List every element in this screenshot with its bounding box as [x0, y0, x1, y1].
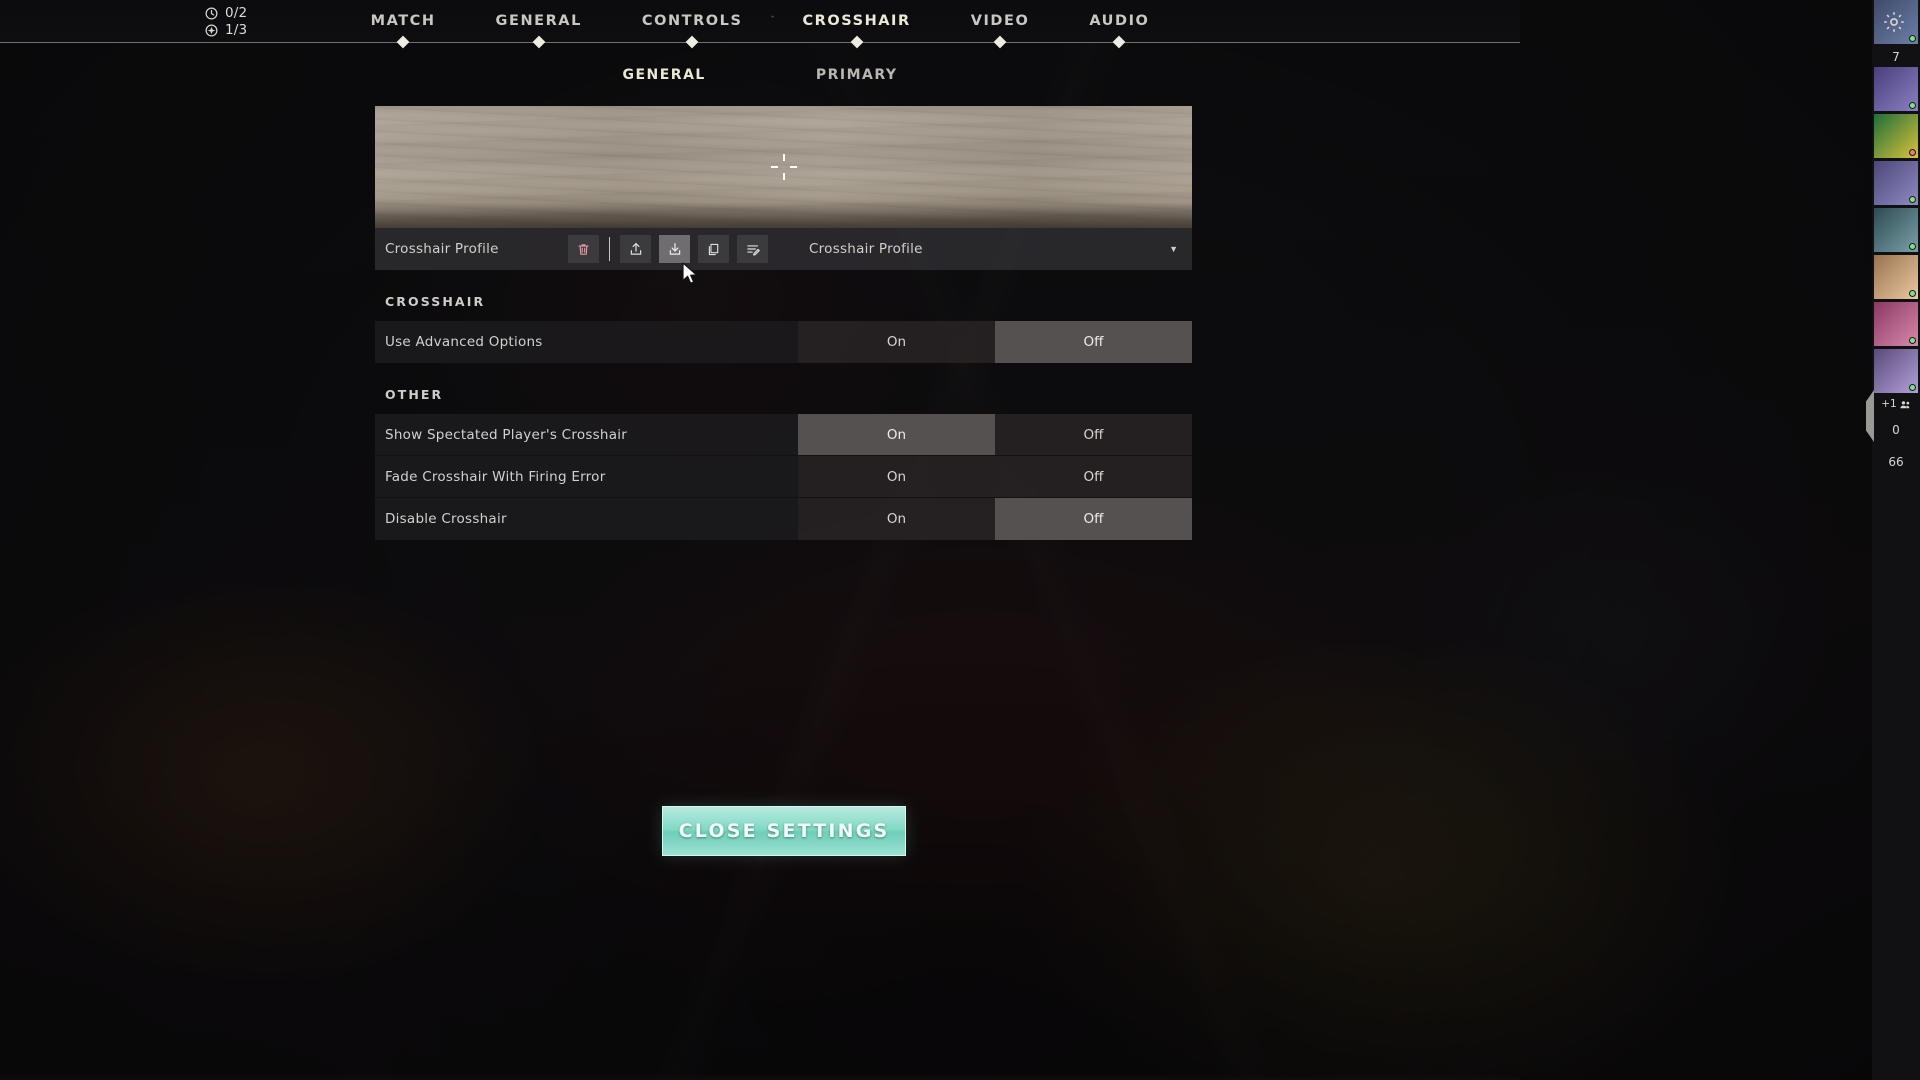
toggle-group: On Off [798, 456, 1192, 497]
toggle-option-label: On [886, 511, 907, 527]
section-rows: Use Advanced Options On Off [375, 321, 1192, 363]
setting-row: Fade Crosshair With Firing Error On Off [375, 456, 1192, 498]
setting-row: Disable Crosshair On Off [375, 498, 1192, 540]
subtab-primary[interactable]: PRIMARY [761, 67, 953, 83]
subtab-label: PRIMARY [815, 67, 898, 83]
settings-sub-tabs: GENERAL PRIMARY [0, 58, 1520, 92]
edit-list-icon [745, 241, 761, 257]
crosshair-profile-dropdown-value: Crosshair Profile [809, 241, 923, 257]
subtab-general[interactable]: GENERAL [567, 67, 760, 83]
tab-label: CROSSHAIR [802, 13, 911, 29]
toggle-option-label: Off [1083, 511, 1104, 527]
party-sidebar: 7 +1 0 66 [1866, 0, 1920, 1080]
tab-video[interactable]: VIDEO [941, 13, 1060, 29]
settings-sections: CROSSHAIR Use Advanced Options On Off OTH… [375, 270, 1192, 540]
crosshair-glyph [770, 154, 797, 180]
crosshair-profile-label: Crosshair Profile [385, 241, 499, 257]
status-dot [1909, 384, 1916, 391]
tab-crosshair[interactable]: CROSSHAIR [772, 13, 940, 29]
trash-icon [576, 242, 591, 257]
section-header-other: OTHER [385, 387, 444, 402]
top-bar-divider [0, 42, 1520, 43]
crosshair-profile-actions [568, 228, 776, 270]
export-profile-button[interactable] [659, 235, 690, 263]
overflow-count: +1 [1881, 398, 1897, 410]
rename-profile-button[interactable] [737, 235, 768, 263]
subtab-label: GENERAL [622, 67, 706, 83]
gear-icon[interactable] [1876, 4, 1912, 40]
delete-profile-button[interactable] [568, 235, 599, 263]
player-avatar-5[interactable] [1874, 208, 1918, 252]
sidebar-count: 7 [1892, 50, 1900, 64]
toggle-option-label: Off [1083, 468, 1104, 485]
tab-controls[interactable]: CONTROLS ˇ [612, 13, 775, 29]
tab-label: GENERAL [495, 13, 582, 29]
section-header-crosshair: CROSSHAIR [385, 294, 486, 309]
section-rows: Show Spectated Player's Crosshair On Off… [375, 414, 1192, 540]
crosshair-preview [375, 106, 1192, 228]
setting-label: Use Advanced Options [385, 334, 543, 350]
crosshair-profile-row: Crosshair Profile Crosshair Profile ▼ [375, 228, 1192, 270]
player-avatar-4[interactable] [1874, 161, 1918, 205]
setting-label: Fade Crosshair With Firing Error [385, 468, 606, 485]
toggle-option-label: Off [1083, 426, 1104, 443]
action-divider [609, 237, 610, 261]
tab-match[interactable]: MATCH [341, 13, 466, 29]
upload-icon [628, 241, 644, 257]
setting-label: Disable Crosshair [385, 511, 507, 527]
toggle-option-on[interactable]: On [798, 456, 995, 497]
toggle-option-off[interactable]: Off [995, 456, 1192, 497]
settings-main-tabs: MATCH GENERAL CONTROLS ˇ CROSSHAIR VIDEO AUDIO [0, 0, 1520, 42]
status-dot [1909, 243, 1916, 250]
chevron-down-icon: ▼ [1169, 244, 1178, 254]
settings-content-panel: Crosshair Profile Crosshair Profile ▼ CR… [375, 106, 1192, 540]
setting-label: Show Spectated Player's Crosshair [385, 426, 628, 443]
people-icon [1900, 400, 1911, 409]
tab-label: CONTROLS [641, 13, 743, 29]
toggle-option-label: On [886, 468, 907, 485]
player-avatar-7[interactable] [1874, 302, 1918, 346]
toggle-group: On Off [798, 321, 1192, 363]
setting-row: Show Spectated Player's Crosshair On Off [375, 414, 1192, 456]
close-settings-label: CLOSE SETTINGS [678, 820, 890, 842]
bottom-hud-strip [0, 1074, 1520, 1080]
player-avatar-3[interactable] [1874, 114, 1918, 158]
player-avatar-2[interactable] [1874, 67, 1918, 111]
tab-audio[interactable]: AUDIO [1059, 13, 1179, 29]
crosshair-profile-dropdown[interactable]: Crosshair Profile ▼ [799, 228, 1192, 270]
toggle-option-off[interactable]: Off [995, 414, 1192, 455]
toggle-option-off[interactable]: Off [995, 321, 1192, 363]
tab-label: MATCH [370, 13, 436, 29]
tab-general[interactable]: GENERAL [466, 13, 612, 29]
sidebar-counter-2: 66 [1888, 455, 1904, 469]
toggle-option-on[interactable]: On [798, 321, 995, 363]
toggle-group: On Off [798, 498, 1192, 540]
toggle-group: On Off [798, 414, 1192, 455]
tab-label: AUDIO [1089, 13, 1150, 29]
status-dot [1909, 149, 1916, 156]
player-avatar-8[interactable] [1874, 349, 1918, 393]
toggle-option-on[interactable]: On [798, 414, 995, 455]
toggle-option-label: Off [1083, 334, 1104, 350]
player-avatar-6[interactable] [1874, 255, 1918, 299]
status-dot [1909, 337, 1916, 344]
tab-label: VIDEO [970, 13, 1030, 29]
toggle-option-label: On [886, 426, 907, 443]
toggle-option-label: On [886, 334, 907, 350]
status-dot [1909, 290, 1916, 297]
setting-row: Use Advanced Options On Off [375, 321, 1192, 363]
status-dot [1909, 102, 1916, 109]
close-settings-button[interactable]: CLOSE SETTINGS [662, 806, 906, 856]
toggle-option-on[interactable]: On [798, 498, 995, 540]
copy-icon [706, 242, 721, 257]
duplicate-profile-button[interactable] [698, 235, 729, 263]
sidebar-overflow-badge[interactable]: +1 [1872, 396, 1920, 412]
status-dot [1909, 196, 1916, 203]
sidebar-counter-1: 0 [1892, 423, 1900, 437]
import-profile-button[interactable] [620, 235, 651, 263]
toggle-option-off[interactable]: Off [995, 498, 1192, 540]
download-icon [667, 241, 683, 257]
